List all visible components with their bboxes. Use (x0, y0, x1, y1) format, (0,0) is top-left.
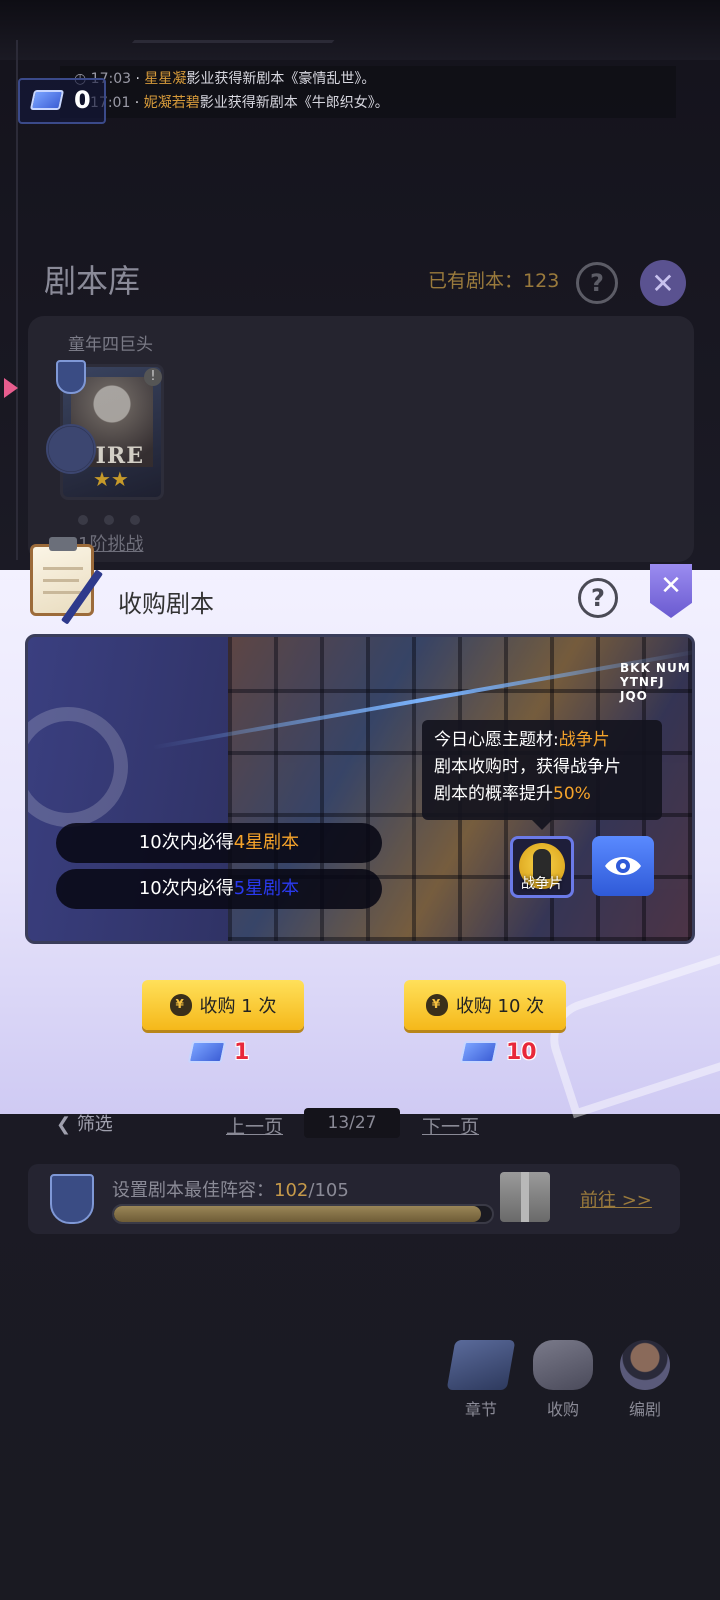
poster-caption: BKK NUM YTNFJ JQO (620, 661, 691, 703)
rank-badge-icon (56, 360, 86, 394)
question-icon: ? (590, 269, 604, 297)
star-rating: ★★ (93, 467, 129, 491)
script-ticket-icon (459, 1041, 499, 1063)
money-bag-icon (425, 994, 448, 1016)
preview-button[interactable] (592, 836, 654, 896)
nav-writer[interactable]: 编剧 (610, 1340, 680, 1420)
cost-once: 1 (187, 1036, 249, 1068)
cost-ten: 10 (459, 1036, 537, 1068)
question-icon: ? (591, 584, 605, 612)
ticker-row: ◷ 17:03 · 星星凝影业获得新剧本《豪情乱世》。 (74, 68, 375, 90)
lineup-progress-fill (114, 1206, 482, 1222)
left-rail (0, 40, 18, 560)
next-page-link[interactable]: 下一页 (422, 1112, 479, 1139)
top-decoration (0, 0, 720, 60)
eye-icon (605, 857, 641, 875)
lineup-progress-text: 设置剧本最佳阵容：102/105 (112, 1180, 349, 1201)
page-indicator: 13/27 (304, 1108, 400, 1138)
writer-avatar-icon (620, 1340, 670, 1390)
tooltip-arrow (532, 820, 552, 830)
wish-genre-button[interactable]: 战争片 (510, 836, 574, 898)
actor-avatar[interactable] (46, 424, 96, 474)
chevron-left-icon: ❮ (56, 1114, 77, 1135)
popup-title: 收购剧本 (118, 590, 214, 618)
book-stack-icon (446, 1340, 516, 1390)
genre-label: 战争片 (521, 876, 563, 892)
guarantee-4star: 10次内必得4星剧本 (56, 823, 382, 863)
buy-once-button[interactable]: 收购 1 次 (142, 980, 304, 1030)
clipboard-icon (30, 537, 94, 616)
ticket-counter[interactable] (18, 78, 106, 124)
film-reel-icon (28, 707, 128, 827)
library-title: 剧本库 (44, 262, 141, 300)
info-icon[interactable]: ! (144, 368, 162, 386)
money-bag-icon (169, 994, 192, 1016)
lineup-progress-bar (112, 1204, 494, 1224)
goto-link[interactable]: 前往 >> (580, 1186, 652, 1212)
ticker-row: 17:01 · 妮凝若碧影业获得新剧本《牛郎织女》。 (90, 95, 389, 111)
script-ticket-icon (29, 90, 65, 110)
guarantee-5star: 10次内必得5星剧本 (56, 869, 382, 909)
slot-dots (78, 510, 156, 529)
gift-box-icon[interactable] (500, 1172, 550, 1222)
news-ticker: ◷ 17:03 · 星星凝影业获得新剧本《豪情乱世》。 17:01 · 妮凝若碧… (60, 66, 676, 118)
rank-badge-icon (50, 1174, 94, 1224)
nav-chapter[interactable]: 章节 (446, 1340, 516, 1420)
wish-genre-tooltip: 今日心愿主题材:战争片 剧本收购时，获得战争片 剧本的概率提升50% (422, 720, 662, 820)
close-icon: ✕ (651, 266, 675, 300)
close-icon: ✕ (660, 571, 682, 601)
library-help-button[interactable]: ? (576, 262, 618, 304)
handshake-icon (533, 1340, 593, 1390)
buy-ten-button[interactable]: 收购 10 次 (404, 980, 566, 1030)
side-expand-arrow-icon[interactable] (4, 378, 18, 398)
script-ticket-icon (187, 1041, 227, 1063)
ticket-count: 0 (74, 86, 91, 114)
nav-buy[interactable]: 收购 (528, 1340, 598, 1420)
popup-help-button[interactable]: ? (578, 578, 618, 618)
owned-scripts-count: 已有剧本：123 (428, 270, 560, 292)
script-group-label: 童年四巨头 (68, 335, 153, 355)
filter-button[interactable]: ❮ 筛选 (56, 1110, 113, 1136)
library-close-button[interactable]: ✕ (640, 260, 686, 306)
prev-page-link[interactable]: 上一页 (226, 1112, 283, 1139)
